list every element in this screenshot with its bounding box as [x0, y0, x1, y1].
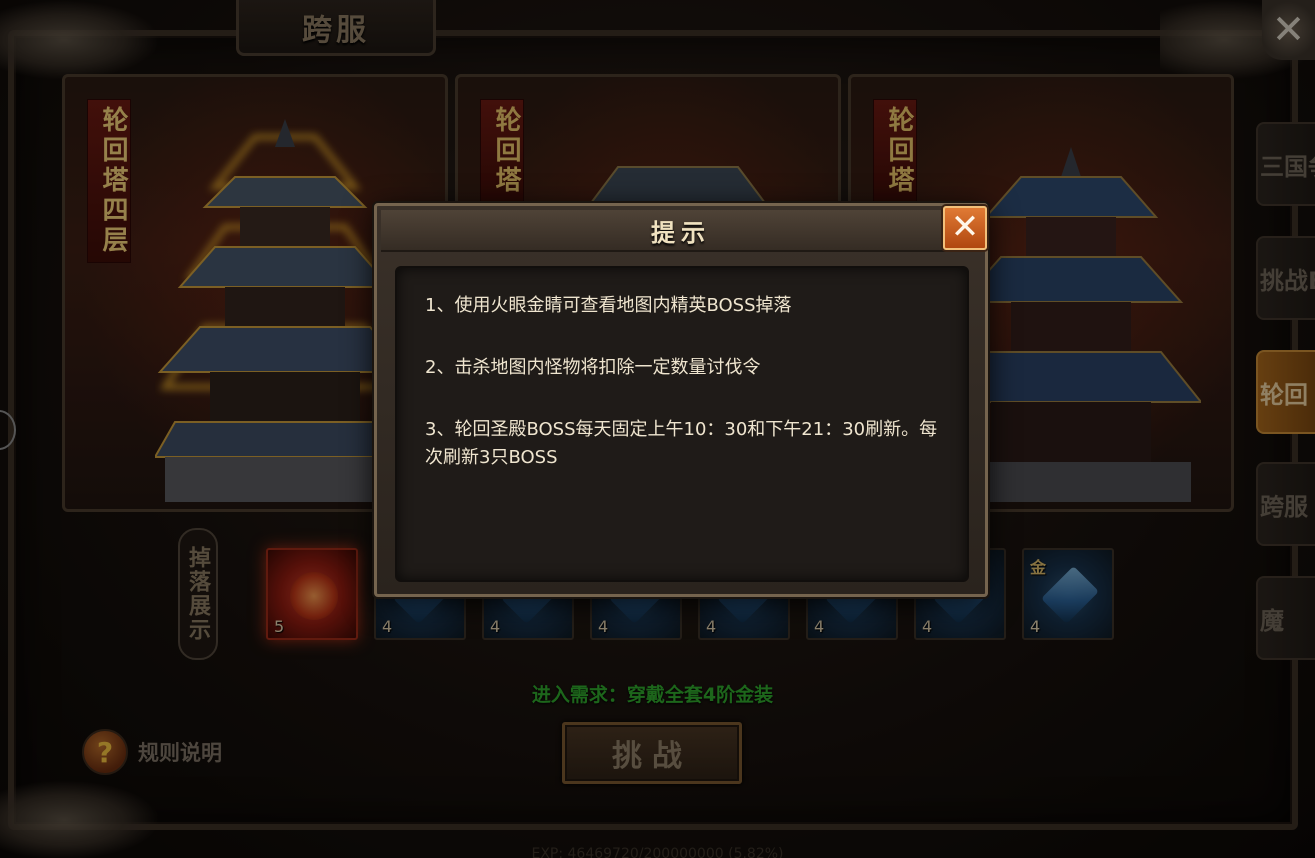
tip-dialog: 提示 ✕ 1、使用火眼金睛可查看地图内精英BOSS掉落 2、击杀地图内怪物将扣除… — [374, 203, 988, 597]
dialog-body: 1、使用火眼金睛可查看地图内精英BOSS掉落 2、击杀地图内怪物将扣除一定数量讨… — [395, 266, 969, 582]
dialog-title: 提示 — [651, 218, 711, 247]
close-icon: ✕ — [950, 207, 980, 247]
dialog-header: 提示 — [381, 210, 981, 252]
tip-line: 2、击杀地图内怪物将扣除一定数量讨伐令 — [425, 357, 761, 378]
tip-line: 3、轮回圣殿BOSS每天固定上午10：30和下午21：30刷新。每次刷新3只BO… — [425, 419, 938, 468]
tip-line: 1、使用火眼金睛可查看地图内精英BOSS掉落 — [425, 295, 792, 316]
dialog-close-button[interactable]: ✕ — [943, 206, 987, 250]
